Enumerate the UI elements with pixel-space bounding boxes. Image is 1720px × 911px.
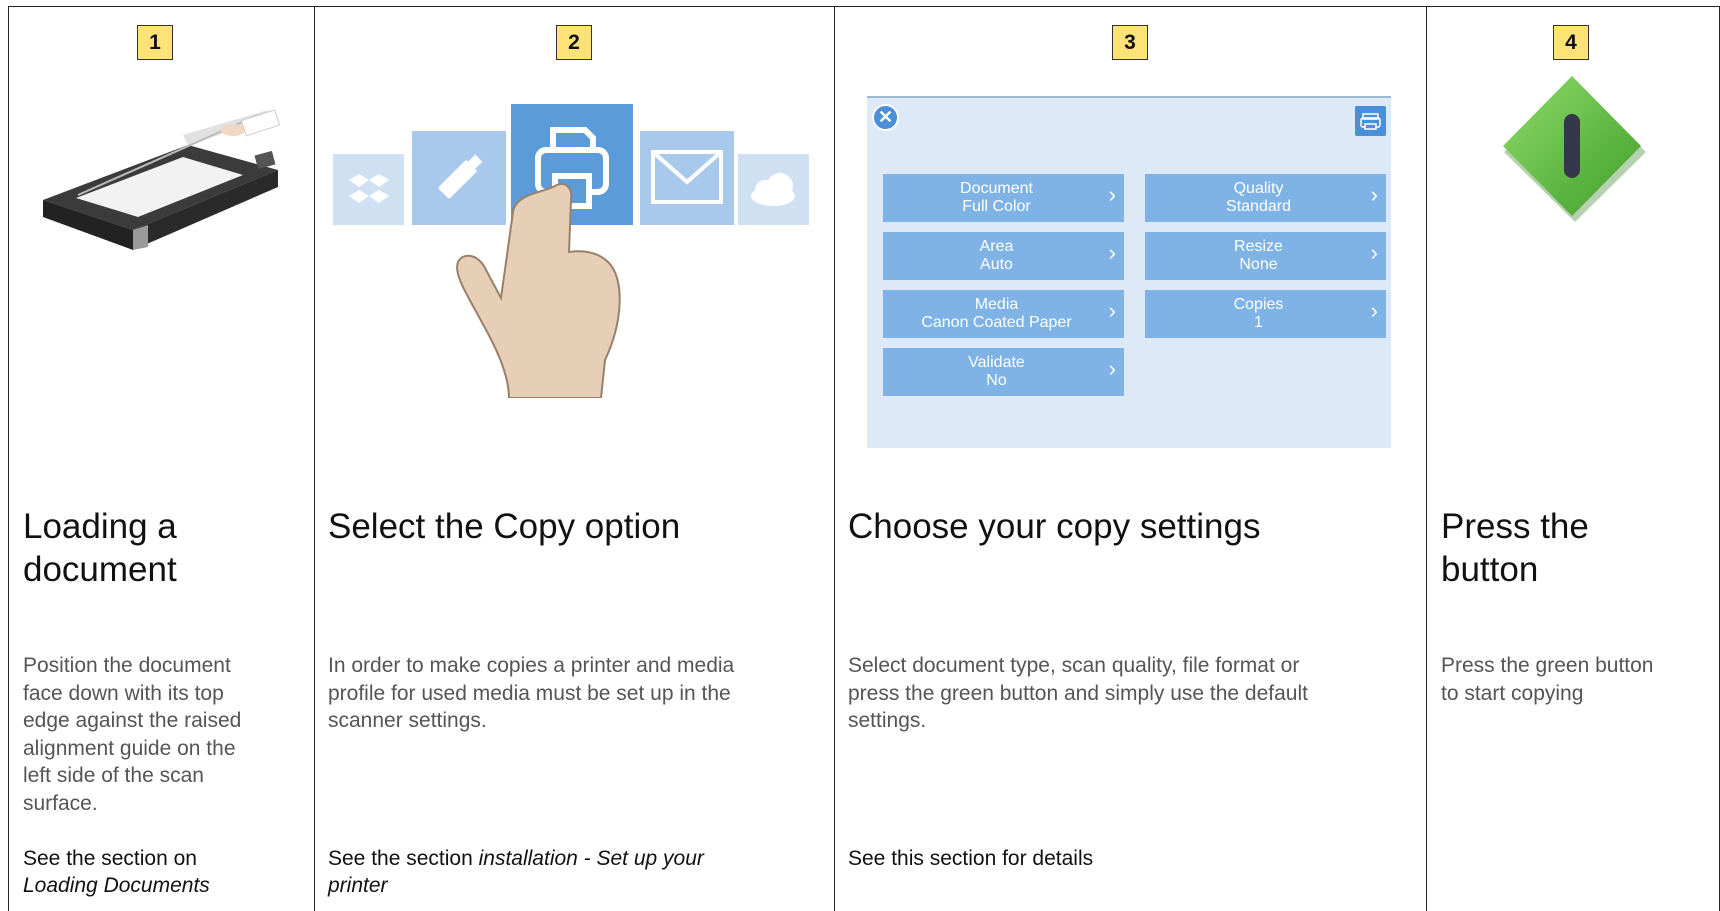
setting-value: 1 bbox=[1254, 314, 1263, 331]
setting-value: Standard bbox=[1226, 198, 1291, 215]
title-line: document bbox=[23, 550, 177, 589]
setting-button-media[interactable]: Media Canon Coated Paper › bbox=[883, 290, 1124, 338]
step-reference-3: See this section for details bbox=[848, 845, 1093, 872]
step-description-3: Select document type, scan quality, file… bbox=[848, 652, 1308, 735]
desc-line: Select document type, scan quality, file… bbox=[848, 654, 1300, 677]
setting-button-copies[interactable]: Copies 1 › bbox=[1145, 290, 1386, 338]
chevron-right-icon: › bbox=[1108, 356, 1116, 381]
setting-label: Quality bbox=[1233, 180, 1284, 197]
desc-line: to start copying bbox=[1441, 681, 1584, 705]
reference-link[interactable]: See this section for details bbox=[848, 847, 1093, 870]
title-line: Loading a bbox=[23, 507, 177, 546]
desc-line: press the green button and simply use th… bbox=[848, 681, 1308, 705]
setting-label: Resize bbox=[1234, 238, 1283, 255]
step-title-1: Loading a document bbox=[23, 505, 177, 591]
scanner-illustration bbox=[43, 109, 281, 250]
step-title-3: Choose your copy settings bbox=[848, 507, 1261, 546]
step-title-4: Press the button bbox=[1441, 505, 1589, 591]
setting-button-quality[interactable]: Quality Standard › bbox=[1145, 174, 1386, 222]
reference-text: See the section bbox=[328, 847, 479, 870]
step-badge-1: 1 bbox=[137, 25, 173, 60]
desc-line: face down with its top bbox=[23, 681, 224, 705]
setting-value: Auto bbox=[980, 256, 1013, 273]
step-description-1: Position the document face down with its… bbox=[23, 652, 241, 817]
desc-line: scanner settings. bbox=[328, 709, 487, 732]
desc-line: Press the green button bbox=[1441, 654, 1654, 677]
reference-link[interactable]: printer bbox=[328, 874, 388, 897]
step-reference-2: See the section installation - Set up yo… bbox=[328, 845, 704, 899]
step-badge-2: 2 bbox=[556, 25, 592, 60]
step-description-4: Press the green button to start copying bbox=[1441, 652, 1653, 707]
setting-button-document[interactable]: Document Full Color › bbox=[883, 174, 1124, 222]
copy-option-illustration bbox=[333, 104, 809, 398]
step-badge-3: 3 bbox=[1112, 25, 1148, 60]
green-start-button-icon bbox=[1503, 76, 1646, 222]
setting-value: None bbox=[1239, 256, 1278, 273]
setting-button-validate[interactable]: Validate No › bbox=[883, 348, 1124, 396]
setting-value: Full Color bbox=[962, 198, 1031, 215]
chevron-right-icon: › bbox=[1370, 298, 1378, 323]
chevron-right-icon: › bbox=[1370, 182, 1378, 207]
desc-line: Position the document bbox=[23, 654, 231, 677]
desc-line: left side of the scan bbox=[23, 764, 204, 787]
desc-line: profile for used media must be set up in… bbox=[328, 681, 731, 705]
desc-line: settings. bbox=[848, 709, 927, 732]
chevron-right-icon: › bbox=[1370, 240, 1378, 265]
chevron-right-icon: › bbox=[1108, 240, 1116, 265]
chevron-right-icon: › bbox=[1108, 182, 1116, 207]
reference-link[interactable]: installation - Set up your bbox=[479, 847, 704, 870]
setting-value: Canon Coated Paper bbox=[921, 314, 1072, 331]
setting-label: Area bbox=[979, 238, 1014, 255]
printer-icon[interactable] bbox=[1355, 106, 1386, 136]
reference-link[interactable]: Loading Documents bbox=[23, 874, 210, 897]
chevron-right-icon: › bbox=[1108, 298, 1116, 323]
desc-line: edge against the raised bbox=[23, 709, 242, 732]
setting-button-area[interactable]: Area Auto › bbox=[883, 232, 1124, 280]
desc-line: surface. bbox=[23, 791, 98, 815]
close-icon[interactable]: ✕ bbox=[872, 104, 899, 131]
title-line: Press the bbox=[1441, 507, 1589, 546]
desc-line: In order to make copies a printer and me… bbox=[328, 654, 735, 677]
desc-line: alignment guide on the bbox=[23, 736, 236, 760]
step-reference-1: See the section on Loading Documents bbox=[23, 845, 210, 899]
setting-button-resize[interactable]: Resize None › bbox=[1145, 232, 1386, 280]
step-badge-4: 4 bbox=[1553, 25, 1589, 60]
setting-label: Copies bbox=[1233, 296, 1284, 313]
setting-label: Validate bbox=[968, 354, 1025, 371]
step-title-2: Select the Copy option bbox=[328, 507, 681, 546]
step-description-2: In order to make copies a printer and me… bbox=[328, 652, 734, 735]
setting-label: Media bbox=[974, 296, 1019, 313]
setting-value: No bbox=[986, 372, 1007, 389]
title-line: button bbox=[1441, 550, 1539, 589]
reference-text: See the section on bbox=[23, 847, 197, 870]
setting-label: Document bbox=[960, 180, 1033, 197]
